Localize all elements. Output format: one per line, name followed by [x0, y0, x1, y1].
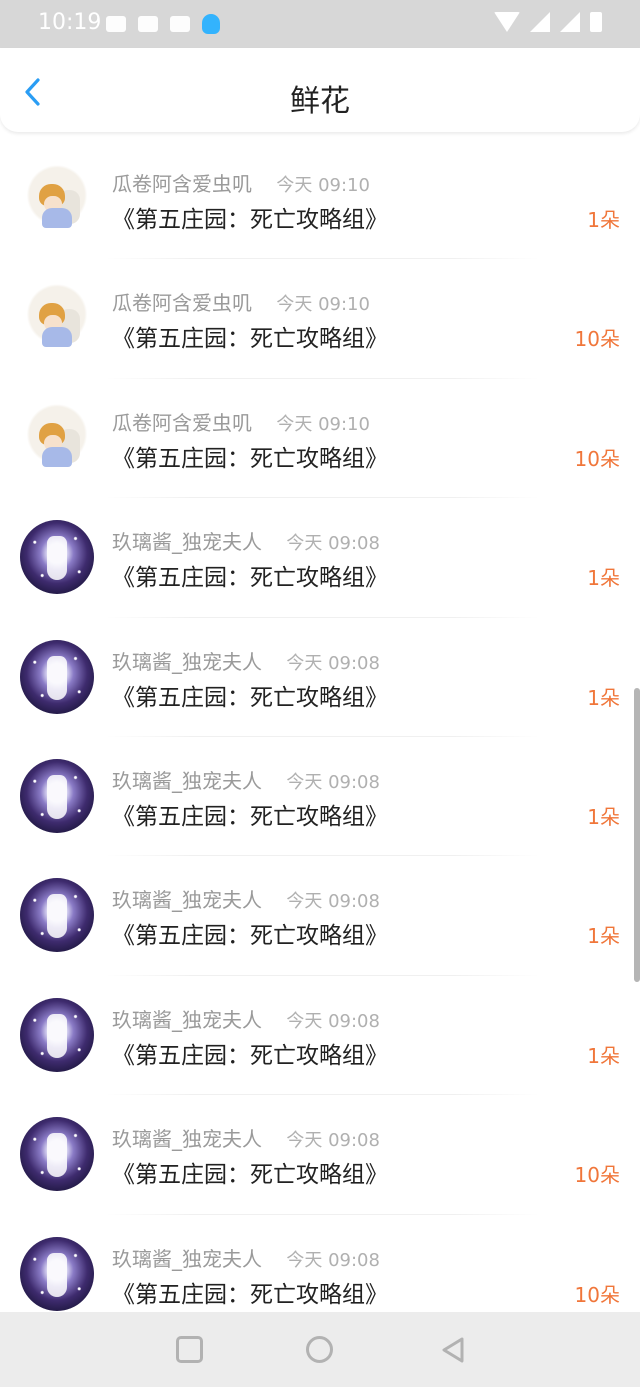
- avatar[interactable]: [20, 1236, 94, 1311]
- triangle-back-icon[interactable]: [440, 1336, 468, 1364]
- flower-count: 1朵: [587, 566, 620, 591]
- flower-count: 10朵: [574, 1282, 620, 1307]
- avatar-body: [42, 208, 72, 228]
- work-title[interactable]: 《第五庄园：死亡攻略组》: [112, 797, 388, 831]
- avatar[interactable]: [20, 520, 94, 595]
- sender-name[interactable]: 瓜卷阿含爱虫叽: [112, 172, 252, 196]
- sender-name[interactable]: 玖璃酱_独宠夫人: [112, 769, 262, 793]
- avatar-figure: [47, 1252, 67, 1297]
- sender-name[interactable]: 玖璃酱_独宠夫人: [112, 650, 262, 674]
- work-title[interactable]: 《第五庄园：死亡攻略组》: [112, 558, 388, 592]
- timestamp: 今天 09:08: [286, 771, 380, 793]
- signal-icon: [560, 12, 580, 32]
- avatar-figure: [47, 655, 67, 700]
- header: 鲜花: [0, 48, 640, 132]
- list-item[interactable]: 玖璃酱_独宠夫人 今天 09:08 《第五庄园：死亡攻略组》 1朵: [0, 618, 640, 738]
- flower-count: 10朵: [574, 446, 620, 471]
- page-title: 鲜花: [290, 84, 350, 119]
- flower-count: 1朵: [587, 1043, 620, 1068]
- sender-name[interactable]: 玖璃酱_独宠夫人: [112, 1127, 262, 1151]
- flower-count: 10朵: [574, 1163, 620, 1188]
- avatar-body: [42, 327, 72, 348]
- avatar[interactable]: [20, 997, 94, 1072]
- avatar-body: [42, 446, 72, 467]
- mail-icon: [138, 16, 158, 32]
- timestamp: 今天 09:10: [276, 413, 370, 435]
- qq-icon: [202, 14, 220, 34]
- flower-count: 1朵: [587, 924, 620, 949]
- work-title[interactable]: 《第五庄园：死亡攻略组》: [112, 1036, 388, 1070]
- list-item[interactable]: 玖璃酱_独宠夫人 今天 09:08 《第五庄园：死亡攻略组》 1朵: [0, 737, 640, 857]
- status-right-icons: [494, 12, 602, 32]
- back-triangle-glyph: [442, 1337, 464, 1363]
- avatar-figure: [47, 536, 67, 581]
- flower-count: 10朵: [574, 327, 620, 352]
- system-nav-bar: [0, 1312, 640, 1387]
- status-bar: 10:19: [0, 0, 640, 48]
- work-title[interactable]: 《第五庄园：死亡攻略组》: [112, 1155, 388, 1189]
- timestamp: 今天 09:08: [286, 891, 380, 913]
- flower-count: 1朵: [587, 804, 620, 829]
- flower-count: 1朵: [587, 685, 620, 710]
- timestamp: 今天 09:10: [276, 175, 370, 196]
- timestamp: 今天 09:08: [286, 652, 380, 674]
- avatar[interactable]: [20, 639, 94, 714]
- avatar-figure: [47, 1013, 67, 1058]
- circle-icon[interactable]: [306, 1336, 333, 1363]
- sender-name[interactable]: 瓜卷阿含爱虫叽: [112, 411, 252, 435]
- avatar-figure: [47, 1133, 67, 1178]
- timestamp: 今天 09:08: [286, 533, 380, 555]
- work-title[interactable]: 《第五庄园：死亡攻略组》: [112, 439, 388, 473]
- avatar[interactable]: [20, 162, 94, 236]
- avatar[interactable]: [20, 281, 94, 356]
- work-title[interactable]: 《第五庄园：死亡攻略组》: [112, 678, 388, 712]
- timestamp: 今天 09:10: [276, 294, 370, 316]
- status-time: 10:19: [38, 10, 102, 35]
- wifi-icon: [494, 12, 520, 32]
- work-title[interactable]: 《第五庄园：死亡攻略组》: [112, 916, 388, 950]
- flower-count: 1朵: [587, 208, 620, 232]
- avatar-figure: [47, 894, 67, 939]
- flower-list: 瓜卷阿含爱虫叽 今天 09:10 《第五庄园：死亡攻略组》 1朵 瓜卷阿含爱虫叽…: [0, 140, 640, 1335]
- sender-name[interactable]: 玖璃酱_独宠夫人: [112, 530, 262, 554]
- timestamp: 今天 09:08: [286, 1010, 380, 1032]
- signal-icon: [530, 12, 550, 32]
- sender-name[interactable]: 玖璃酱_独宠夫人: [112, 1247, 262, 1271]
- list-item[interactable]: 玖璃酱_独宠夫人 今天 09:08 《第五庄园：死亡攻略组》 1朵: [0, 856, 640, 977]
- game-icon: [106, 16, 126, 32]
- work-title[interactable]: 《第五庄园：死亡攻略组》: [112, 319, 388, 353]
- work-title[interactable]: 《第五庄园：死亡攻略组》: [112, 200, 388, 234]
- timestamp: 今天 09:08: [286, 1249, 380, 1271]
- mail-icon: [170, 16, 190, 32]
- list-item[interactable]: 玖璃酱_独宠夫人 今天 09:08 《第五庄园：死亡攻略组》 1朵: [0, 976, 640, 1096]
- list-item[interactable]: 瓜卷阿含爱虫叽 今天 09:10 《第五庄园：死亡攻略组》 1朵: [0, 140, 640, 260]
- battery-icon: [590, 12, 602, 32]
- sender-name[interactable]: 玖璃酱_独宠夫人: [112, 888, 262, 912]
- scrollbar[interactable]: [634, 688, 640, 982]
- sender-name[interactable]: 玖璃酱_独宠夫人: [112, 1008, 262, 1032]
- avatar[interactable]: [20, 878, 94, 953]
- work-title[interactable]: 《第五庄园：死亡攻略组》: [112, 1275, 388, 1309]
- sender-name[interactable]: 瓜卷阿含爱虫叽: [112, 291, 252, 315]
- list-item[interactable]: 瓜卷阿含爱虫叽 今天 09:10 《第五庄园：死亡攻略组》 10朵: [0, 379, 640, 499]
- avatar[interactable]: [20, 758, 94, 833]
- square-icon[interactable]: [176, 1336, 203, 1363]
- list-item[interactable]: 玖璃酱_独宠夫人 今天 09:08 《第五庄园：死亡攻略组》 1朵: [0, 498, 640, 618]
- avatar[interactable]: [20, 400, 94, 475]
- list-item[interactable]: 玖璃酱_独宠夫人 今天 09:08 《第五庄园：死亡攻略组》 10朵: [0, 1095, 640, 1215]
- avatar[interactable]: [20, 1117, 94, 1192]
- timestamp: 今天 09:08: [286, 1130, 380, 1152]
- avatar-figure: [47, 774, 67, 819]
- list-item[interactable]: 瓜卷阿含爱虫叽 今天 09:10 《第五庄园：死亡攻略组》 10朵: [0, 259, 640, 380]
- status-left-icons: [106, 14, 220, 34]
